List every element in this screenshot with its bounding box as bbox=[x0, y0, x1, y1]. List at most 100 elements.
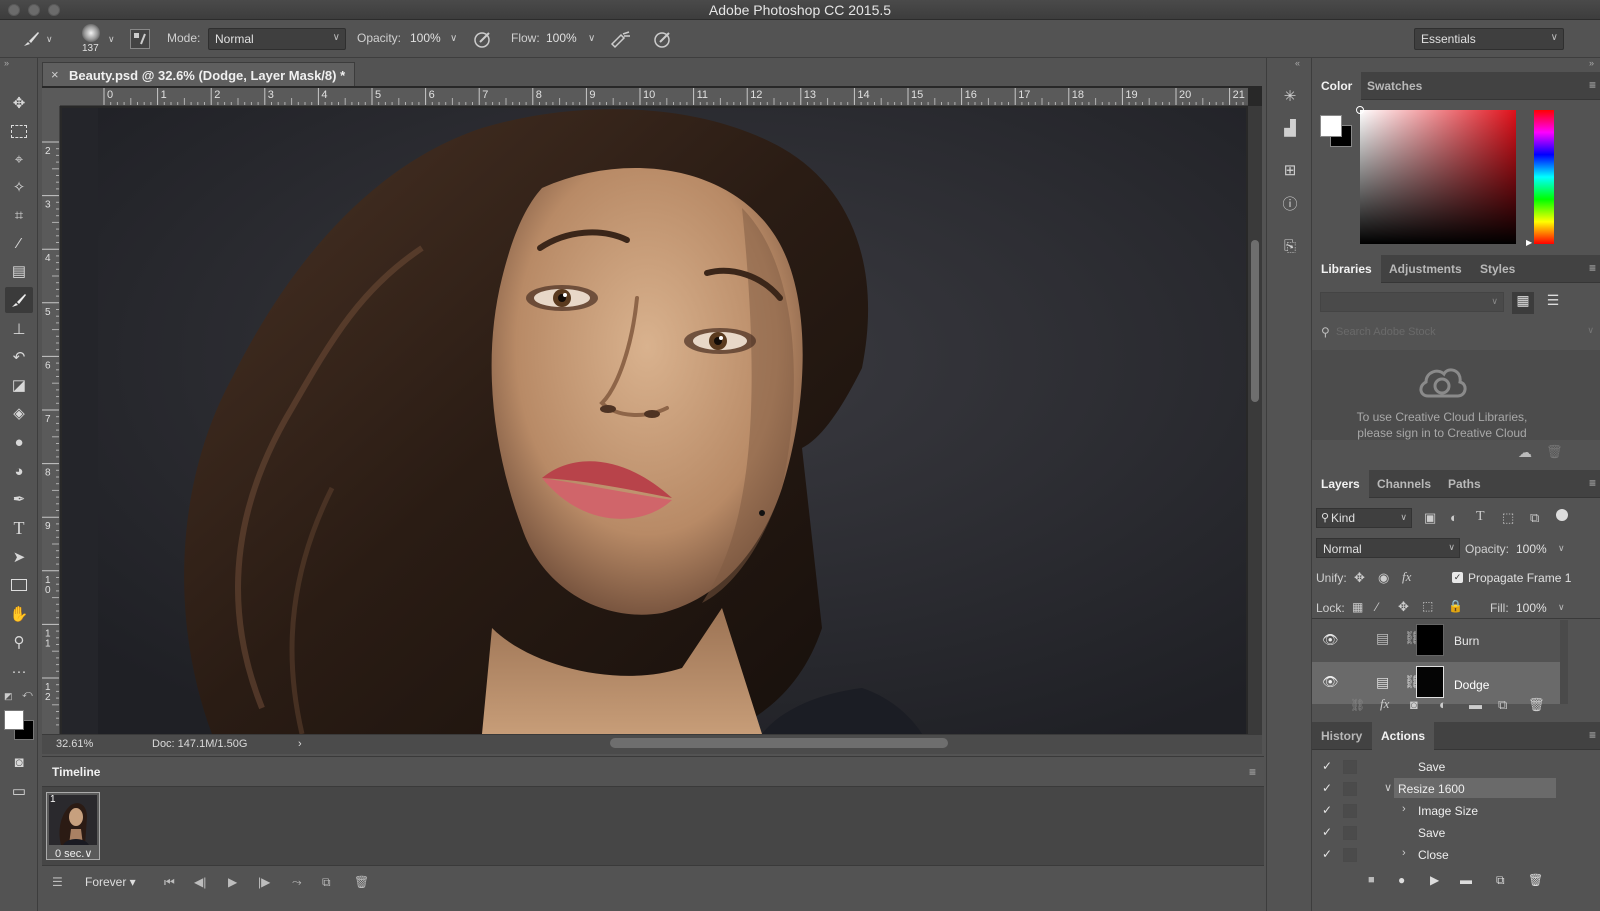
action-row[interactable]: ✓ Save bbox=[1312, 822, 1600, 844]
tab-layers[interactable]: Layers bbox=[1312, 470, 1369, 498]
layers-scrollbar[interactable] bbox=[1560, 620, 1568, 704]
fill-input[interactable]: 100% bbox=[1516, 601, 1547, 615]
collapse-panels-icon[interactable]: » bbox=[1589, 58, 1594, 68]
filter-toggle-icon[interactable] bbox=[1556, 509, 1568, 521]
action-enabled-checkmark-icon[interactable]: ✓ bbox=[1322, 781, 1332, 795]
shape-filter-icon[interactable]: ⬚ bbox=[1502, 510, 1514, 526]
vertical-ruler[interactable]: 23456789101112 bbox=[42, 106, 60, 734]
tab-actions[interactable]: Actions bbox=[1372, 722, 1435, 750]
action-dialog-toggle[interactable] bbox=[1343, 804, 1357, 818]
smart-object-filter-icon[interactable]: ⧉ bbox=[1530, 510, 1539, 526]
hand-tool-icon[interactable]: ✋ bbox=[5, 601, 33, 627]
quick-mask-icon[interactable]: ◙ bbox=[5, 749, 33, 775]
default-colors-icon[interactable]: ◩ bbox=[4, 691, 13, 702]
dodge-tool-icon[interactable]: ◕ bbox=[5, 458, 33, 484]
brush-panel-toggle-icon[interactable] bbox=[130, 29, 150, 49]
action-dialog-toggle[interactable] bbox=[1343, 782, 1357, 796]
properties-icon[interactable]: ⊞ bbox=[1278, 158, 1302, 182]
animation-frame[interactable]: 1 0 sec.∨ bbox=[46, 792, 100, 860]
layer-mask-thumbnail[interactable] bbox=[1416, 624, 1444, 656]
tab-adjustments[interactable]: Adjustments bbox=[1380, 255, 1471, 283]
brush-preview-icon[interactable] bbox=[82, 24, 100, 42]
tab-timeline[interactable]: Timeline bbox=[42, 757, 112, 785]
library-select[interactable]: ∨ bbox=[1320, 292, 1504, 312]
layer-name[interactable]: Dodge bbox=[1454, 678, 1489, 692]
mode-select[interactable]: Normal ∨ bbox=[208, 28, 346, 50]
collapse-dock-icon[interactable]: « bbox=[1295, 58, 1300, 68]
action-dialog-toggle[interactable] bbox=[1343, 848, 1357, 862]
tab-paths[interactable]: Paths bbox=[1439, 470, 1490, 498]
color-picker-cursor[interactable] bbox=[1356, 106, 1364, 114]
vertical-scrollbar[interactable] bbox=[1248, 106, 1262, 734]
loop-select[interactable]: Forever ▾ bbox=[85, 875, 136, 889]
expand-chevron-down-icon[interactable]: ∨ bbox=[1384, 781, 1392, 794]
layer-mask-thumbnail[interactable] bbox=[1416, 666, 1444, 698]
add-mask-icon[interactable]: ◙ bbox=[1410, 697, 1418, 712]
opacity-input[interactable]: 100% bbox=[410, 31, 441, 45]
panel-menu-icon[interactable]: ≡ bbox=[1589, 261, 1596, 275]
new-group-icon[interactable]: ▬ bbox=[1469, 697, 1482, 712]
duplicate-frame-icon[interactable]: ⧉ bbox=[322, 875, 331, 890]
grid-view-icon[interactable]: ▦ bbox=[1512, 292, 1534, 314]
tab-styles[interactable]: Styles bbox=[1471, 255, 1524, 283]
quick-selection-tool-icon[interactable]: ⌖ bbox=[5, 146, 33, 172]
panel-menu-icon[interactable]: ≡ bbox=[1589, 78, 1596, 92]
panel-menu-icon[interactable]: ≡ bbox=[1589, 728, 1596, 742]
expand-chevron-right-icon[interactable]: › bbox=[1402, 803, 1406, 815]
action-enabled-checkmark-icon[interactable]: ✓ bbox=[1322, 825, 1332, 839]
chevron-down-icon[interactable]: ∨ bbox=[1587, 325, 1594, 336]
delete-frame-icon[interactable]: 🗑 bbox=[354, 875, 369, 889]
more-tools-icon[interactable]: ··· bbox=[5, 658, 33, 684]
unify-position-icon[interactable]: ✥ bbox=[1354, 570, 1365, 586]
chevron-down-icon[interactable]: ∨ bbox=[1558, 602, 1565, 613]
action-enabled-checkmark-icon[interactable]: ✓ bbox=[1322, 847, 1332, 861]
brush-tool-preset-icon[interactable] bbox=[20, 28, 42, 50]
chevron-down-icon[interactable]: ∨ bbox=[1558, 543, 1565, 554]
unify-style-icon[interactable]: fx bbox=[1402, 569, 1411, 585]
histogram-icon[interactable]: ▟ bbox=[1278, 116, 1302, 140]
expand-chevron-right-icon[interactable]: › bbox=[1402, 847, 1406, 859]
adjustment-layer-icon[interactable]: ◐ bbox=[1439, 697, 1447, 712]
lock-all-icon[interactable]: 🔒 bbox=[1448, 599, 1463, 613]
tab-channels[interactable]: Channels bbox=[1368, 470, 1440, 498]
eyedropper-tool-icon[interactable]: ⁄ bbox=[5, 230, 33, 256]
new-action-icon[interactable]: ⧉ bbox=[1496, 873, 1505, 888]
rectangle-tool-icon[interactable] bbox=[5, 572, 33, 598]
foreground-color-swatch[interactable] bbox=[4, 710, 24, 730]
lock-transparency-icon[interactable]: ▦ bbox=[1352, 600, 1363, 614]
opacity-chevron-icon[interactable]: ∨ bbox=[450, 33, 457, 44]
pressure-opacity-icon[interactable] bbox=[472, 29, 494, 49]
pixel-filter-icon[interactable]: ▣ bbox=[1424, 510, 1436, 526]
paint-bucket-tool-icon[interactable]: ◈ bbox=[5, 400, 33, 426]
color-field[interactable] bbox=[1356, 106, 1516, 244]
action-dialog-toggle[interactable] bbox=[1343, 760, 1357, 774]
panel-menu-icon[interactable]: ≡ bbox=[1589, 476, 1596, 490]
airbrush-icon[interactable] bbox=[609, 29, 633, 49]
tab-swatches[interactable]: Swatches bbox=[1358, 72, 1431, 100]
hue-slider[interactable] bbox=[1534, 110, 1554, 244]
character-icon[interactable]: ⎘ bbox=[1278, 234, 1302, 258]
type-tool-icon[interactable]: T bbox=[5, 515, 33, 541]
visibility-eye-icon[interactable]: 👁 bbox=[1322, 674, 1339, 690]
foreground-color-swatch[interactable] bbox=[1320, 115, 1342, 137]
magic-wand-tool-icon[interactable]: ✧ bbox=[5, 174, 33, 200]
propagate-checkbox[interactable]: ✓ bbox=[1452, 572, 1463, 583]
screen-mode-icon[interactable]: ▭ bbox=[5, 778, 33, 804]
action-row[interactable]: ✓ Save bbox=[1312, 756, 1600, 778]
collapse-toolbar-icon[interactable]: » bbox=[4, 58, 9, 68]
eraser-tool-icon[interactable]: ◪ bbox=[5, 372, 33, 398]
previous-frame-icon[interactable]: ◀| bbox=[194, 875, 206, 889]
blur-tool-icon[interactable]: ● bbox=[5, 429, 33, 455]
status-menu-chevron-icon[interactable]: › bbox=[298, 738, 302, 750]
stop-recording-icon[interactable]: ■ bbox=[1368, 874, 1375, 886]
type-filter-icon[interactable]: T bbox=[1476, 509, 1485, 525]
horizontal-ruler[interactable]: 0 1 2 3 4 5 6 7 8 9 10 11 12 13 14 15 16 17 18 19 20 21 bbox=[60, 88, 1248, 106]
link-layers-icon[interactable]: ⛓ bbox=[1350, 698, 1365, 712]
frame-duration[interactable]: 0 sec.∨ bbox=[55, 847, 92, 860]
layer-filter-select[interactable]: ⚲ Kind ∨ bbox=[1316, 508, 1412, 528]
brush-picker-chevron-icon[interactable]: ∨ bbox=[108, 34, 115, 45]
navigator-icon[interactable]: ✳ bbox=[1278, 84, 1302, 108]
document-tab[interactable]: × Beauty.psd @ 32.6% (Dodge, Layer Mask/… bbox=[42, 62, 355, 86]
cc-sync-icon[interactable]: ☁ bbox=[1518, 444, 1532, 461]
delete-action-icon[interactable]: 🗑 bbox=[1528, 873, 1543, 887]
